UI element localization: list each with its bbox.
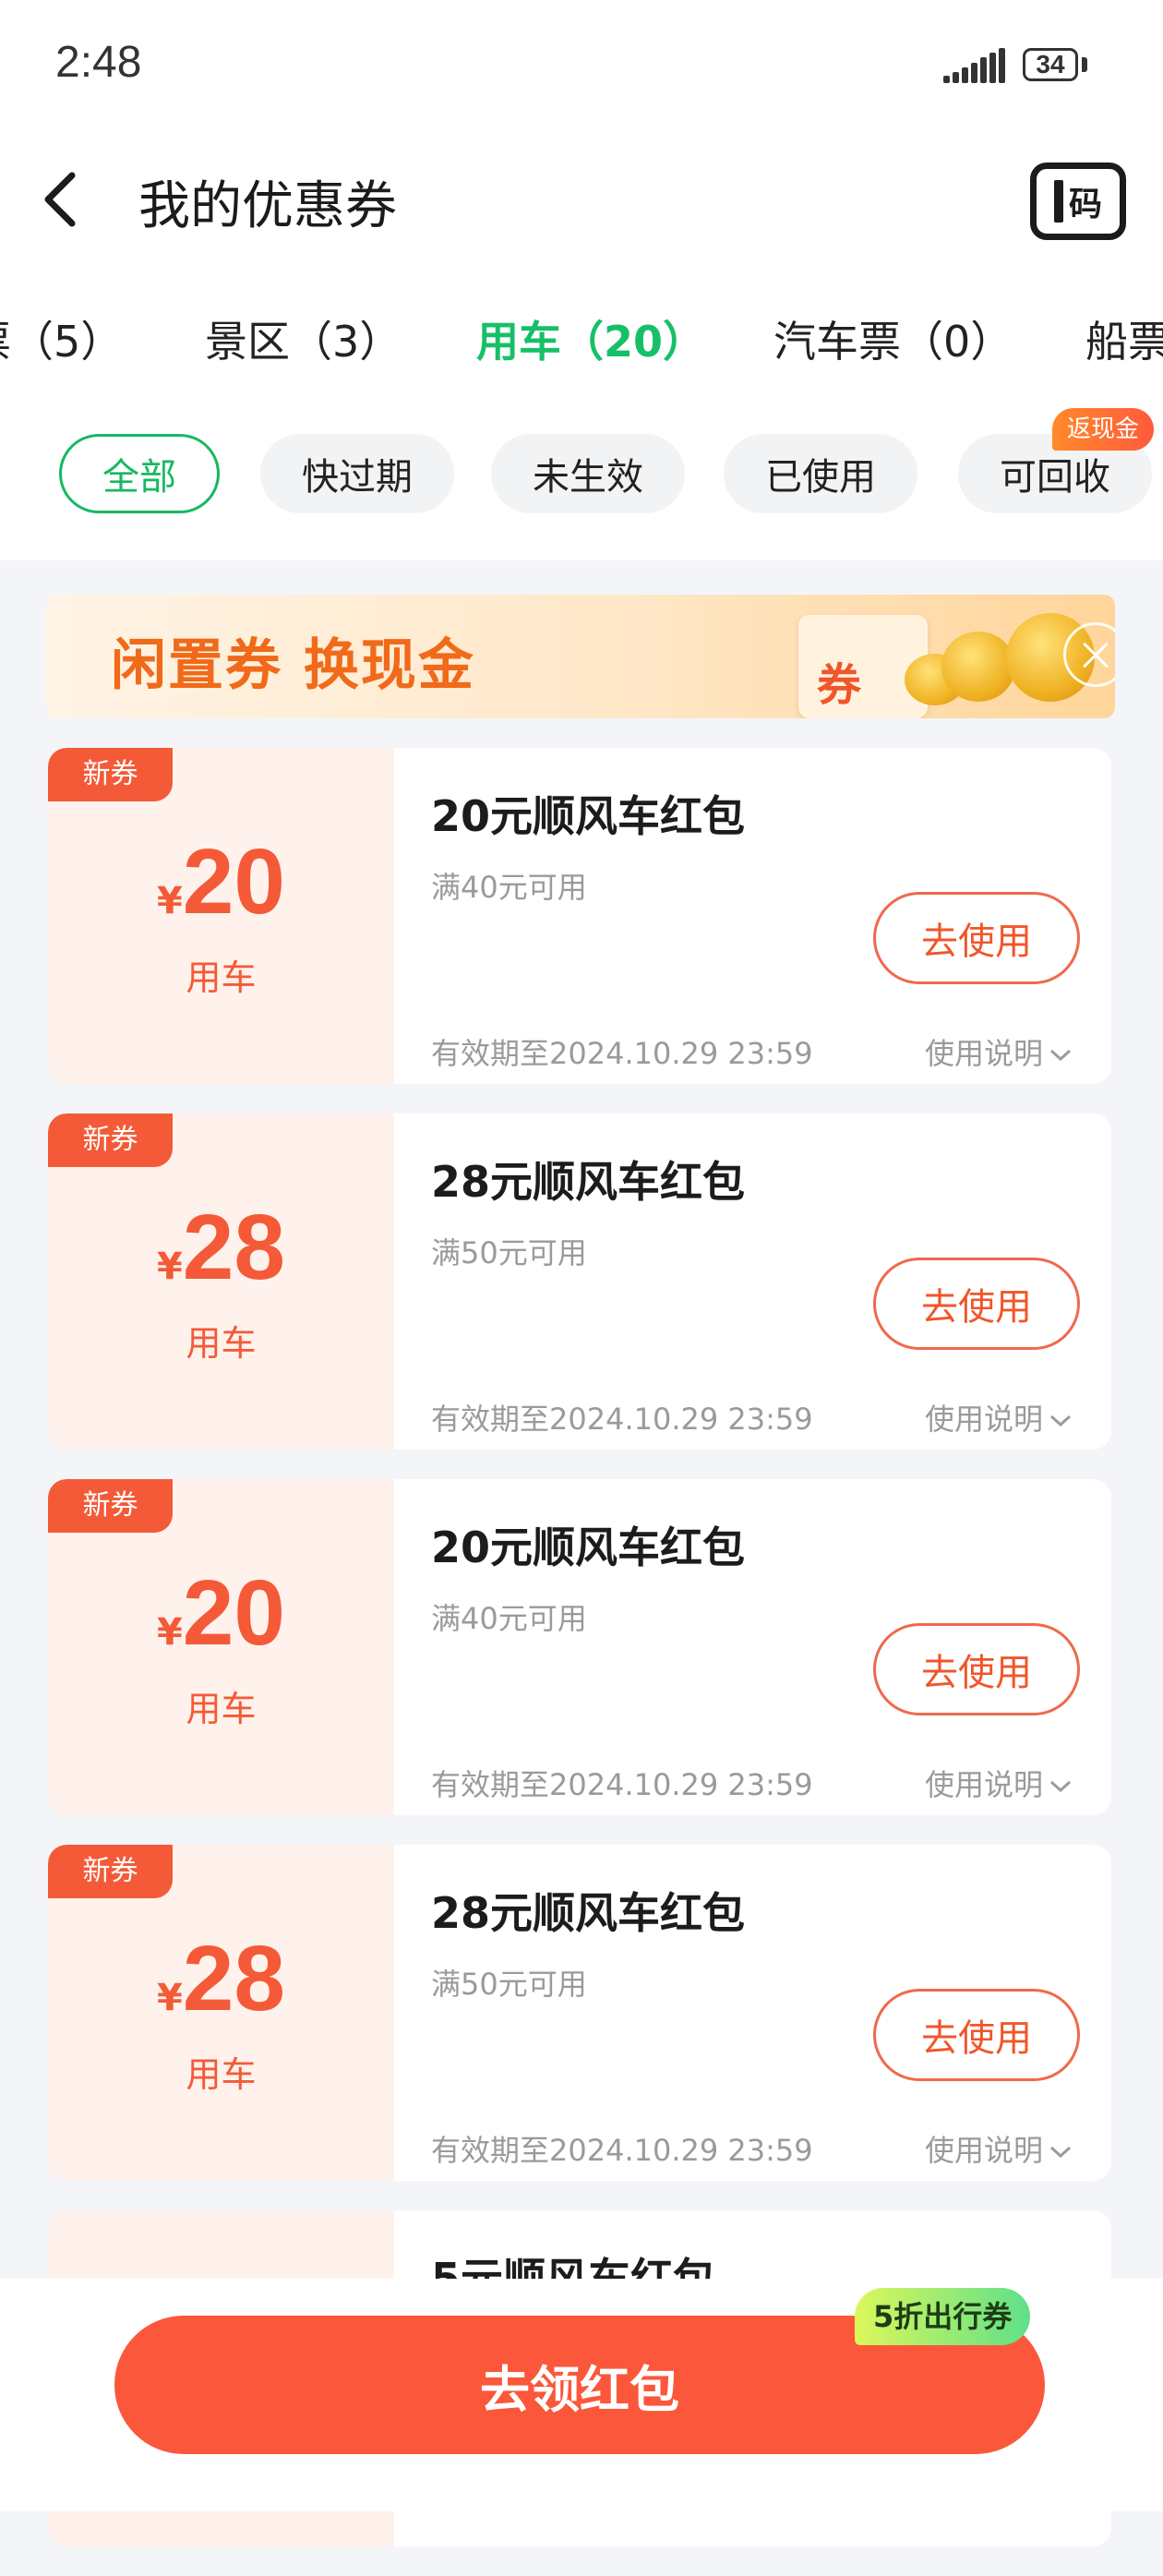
coupon-expiry: 有效期至2024.10.29 23:59 <box>431 1036 813 1071</box>
coupon-type: 用车 <box>186 1323 257 1364</box>
coupon-amount: ¥28 <box>48 1195 394 1301</box>
tab-ticket[interactable]: 票（5） <box>0 308 123 369</box>
tab-ferry[interactable]: 船票 <box>1085 308 1163 369</box>
coupon-title: 20元顺风车红包 <box>431 791 746 841</box>
battery-tip <box>1082 57 1087 72</box>
usage-notes-toggle[interactable]: 使用说明 <box>925 2127 1073 2170</box>
usage-notes-toggle[interactable]: 使用说明 <box>925 1396 1073 1438</box>
amount-value: 28 <box>182 1196 286 1299</box>
currency-symbol: ¥ <box>156 1977 183 2019</box>
chevron-left-icon <box>44 172 76 227</box>
amount-value: 20 <box>182 830 286 933</box>
coin-icon <box>941 632 1015 702</box>
new-coupon-tag: 新券 <box>48 1113 173 1167</box>
coupon-expiry: 有效期至2024.10.29 23:59 <box>431 2133 813 2168</box>
coupon-condition: 满40元可用 <box>431 870 587 905</box>
coupon-amount: ¥20 <box>48 1560 394 1667</box>
amount-value: 20 <box>182 1561 286 1665</box>
coupon-value-panel: 新券 ¥20 用车 <box>48 748 394 1084</box>
coupon-card: 新券 ¥20 用车 20元顺风车红包 满40元可用 去使用 有效期至2024.1… <box>48 748 1111 1084</box>
banner-text: 闲置券 换现金 <box>111 633 475 698</box>
back-button[interactable] <box>35 163 90 236</box>
barcode-icon <box>1053 180 1063 223</box>
amount-value: 28 <box>182 1927 286 2030</box>
currency-symbol: ¥ <box>156 1611 183 1654</box>
coupon-amount: ¥20 <box>48 829 394 935</box>
coupon-expiry: 有效期至2024.10.29 23:59 <box>431 1767 813 1802</box>
coupon-expiry: 有效期至2024.10.29 23:59 <box>431 1402 813 1437</box>
use-button[interactable]: 去使用 <box>873 892 1080 984</box>
coupon-amount: ¥28 <box>48 1926 394 2032</box>
coupon-condition: 满40元可用 <box>431 1601 587 1636</box>
chevron-down-icon <box>1050 1049 1072 1062</box>
use-button[interactable]: 去使用 <box>873 1989 1080 2081</box>
tab-car[interactable]: 用车（20） <box>476 308 705 369</box>
new-coupon-tag: 新券 <box>48 1845 173 1898</box>
chevron-down-icon <box>1050 1414 1072 1427</box>
new-coupon-tag: 新券 <box>48 1479 173 1533</box>
filter-expiring[interactable]: 快过期 <box>260 434 454 513</box>
use-button[interactable]: 去使用 <box>873 1623 1080 1715</box>
usage-notes-label: 使用说明 <box>925 1402 1044 1437</box>
usage-notes-label: 使用说明 <box>925 1036 1044 1071</box>
use-button[interactable]: 去使用 <box>873 1258 1080 1350</box>
currency-symbol: ¥ <box>156 880 183 922</box>
coupon-title: 20元顺风车红包 <box>431 1523 746 1572</box>
filter-pending[interactable]: 未生效 <box>491 434 685 513</box>
chevron-down-icon <box>1050 2146 1072 2159</box>
coupon-value-panel: 新券 ¥28 用车 <box>48 1845 394 2181</box>
battery-icon: 34 <box>1023 48 1078 81</box>
promo-banner[interactable]: 闲置券 换现金 券 <box>46 595 1115 718</box>
discount-badge: 5折出行券 <box>855 2288 1031 2345</box>
coupon-type: 用车 <box>186 957 257 998</box>
code-button[interactable]: 码 <box>1030 163 1126 240</box>
usage-notes-label: 使用说明 <box>925 2133 1044 2168</box>
tab-bus[interactable]: 汽车票（0） <box>773 308 1013 369</box>
filter-all[interactable]: 全部 <box>59 434 220 513</box>
tab-scenic[interactable]: 景区（3） <box>205 308 402 369</box>
status-time: 2:48 <box>55 38 142 87</box>
signal-icon <box>943 46 1008 83</box>
coupon-title: 28元顺风车红包 <box>431 1888 746 1938</box>
coupon-value-panel: 新券 ¥28 用车 <box>48 1113 394 1450</box>
coupon-card: 新券 ¥20 用车 20元顺风车红包 满40元可用 去使用 有效期至2024.1… <box>48 1479 1111 1815</box>
coupon-card: 新券 ¥28 用车 28元顺风车红包 满50元可用 去使用 有效期至2024.1… <box>48 1845 1111 2181</box>
cashback-badge: 返现金 <box>1052 408 1155 451</box>
chevron-down-icon <box>1050 1780 1072 1793</box>
coupon-title: 28元顺风车红包 <box>431 1157 746 1207</box>
new-coupon-tag: 新券 <box>48 748 173 801</box>
coupon-type: 用车 <box>186 1689 257 1729</box>
usage-notes-label: 使用说明 <box>925 1767 1044 1802</box>
filter-used[interactable]: 已使用 <box>724 434 917 513</box>
usage-notes-toggle[interactable]: 使用说明 <box>925 1762 1073 1804</box>
coupon-condition: 满50元可用 <box>431 1967 587 2002</box>
coupon-value-panel: 新券 ¥20 用车 <box>48 1479 394 1815</box>
code-label: 码 <box>1068 186 1102 223</box>
coupon-condition: 满50元可用 <box>431 1235 587 1270</box>
currency-symbol: ¥ <box>156 1246 183 1288</box>
ticket-label: 券 <box>817 659 862 711</box>
coupon-type: 用车 <box>186 2054 257 2095</box>
coupon-card: 新券 ¥28 用车 28元顺风车红包 满50元可用 去使用 有效期至2024.1… <box>48 1113 1111 1450</box>
page-title: 我的优惠券 <box>138 176 397 236</box>
usage-notes-toggle[interactable]: 使用说明 <box>925 1030 1073 1073</box>
